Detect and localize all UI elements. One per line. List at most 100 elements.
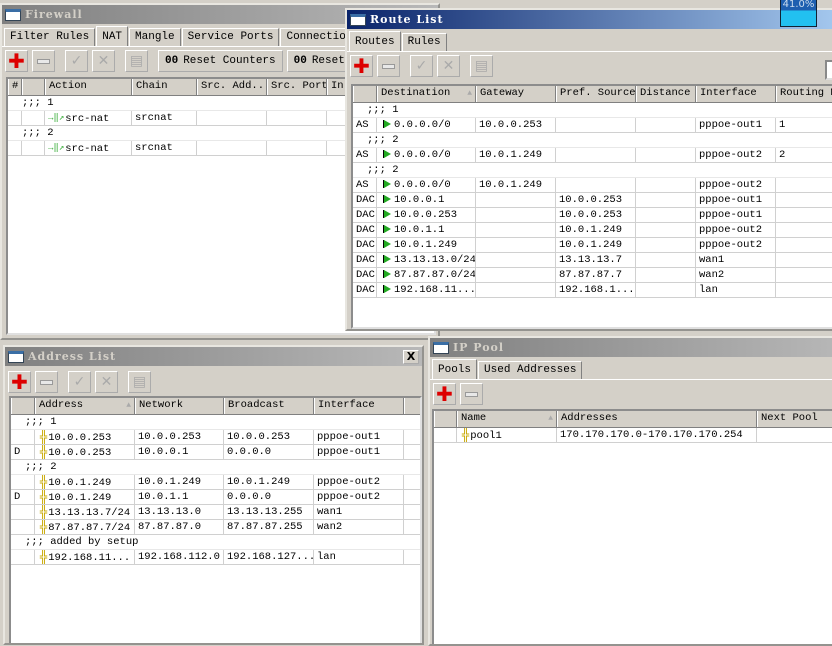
column-header[interactable]: Chain bbox=[132, 79, 197, 95]
column-label: Pref. Source bbox=[560, 87, 636, 99]
comment-row[interactable]: ;;; added by setup bbox=[11, 535, 420, 550]
enable-button[interactable]: ✓ bbox=[65, 50, 88, 72]
ip-pool-tabs: Pools Used Addresses bbox=[430, 357, 832, 380]
table-row[interactable]: ╬87.87.87.7/24 87.87.87.0 87.87.87.255 wan2 bbox=[11, 520, 420, 535]
table-cell: pppoe-out2 bbox=[696, 148, 776, 162]
table-row[interactable]: DAC 13.13.13.0/24 13.13.13.7 wan1 bbox=[353, 253, 832, 268]
table-row[interactable]: ╬10.0.1.249 10.0.1.249 10.0.1.249 pppoe-out… bbox=[11, 475, 420, 490]
tab-used-addresses[interactable]: Used Addresses bbox=[478, 361, 583, 379]
table-row[interactable]: DAC 192.168.11... 192.168.1... lan bbox=[353, 283, 832, 298]
comment-row[interactable]: ;;; 1 bbox=[11, 415, 420, 430]
address-list-title-bar[interactable]: Address List bbox=[5, 347, 422, 366]
cell-value: pppoe-out2 bbox=[317, 491, 381, 503]
column-header[interactable]: Action bbox=[45, 79, 132, 95]
comment-button[interactable]: ▤ bbox=[470, 55, 493, 77]
disable-button[interactable]: ✕ bbox=[95, 371, 118, 393]
tab-nat[interactable]: NAT bbox=[96, 26, 129, 46]
table-row[interactable]: ╬192.168.11... 192.168.112.0 192.168.127..… bbox=[11, 550, 420, 565]
column-header[interactable]: Name ▲ bbox=[457, 411, 557, 427]
tab-rules[interactable]: Rules bbox=[401, 33, 447, 51]
table-cell: pppoe-out2 bbox=[696, 223, 776, 237]
column-header[interactable]: Src. Add... bbox=[197, 79, 267, 95]
column-header[interactable]: Next Pool bbox=[757, 411, 832, 427]
table-row[interactable]: DAC 10.0.1.249 10.0.1.249 pppoe-out2 bbox=[353, 238, 832, 253]
column-header[interactable]: Network bbox=[135, 398, 224, 414]
tab-filter-rules[interactable]: Filter Rules bbox=[4, 28, 96, 46]
column-header[interactable] bbox=[22, 79, 45, 95]
table-row[interactable]: D ╬10.0.0.253 10.0.0.1 0.0.0.0 pppoe-out1 bbox=[11, 445, 420, 460]
column-header[interactable]: Src. Port bbox=[267, 79, 327, 95]
column-header[interactable] bbox=[434, 411, 457, 427]
table-row[interactable]: D ╬10.0.1.249 10.0.1.1 0.0.0.0 pppoe-out2 bbox=[11, 490, 420, 505]
add-button[interactable]: ✚ bbox=[8, 371, 31, 393]
remove-button[interactable] bbox=[35, 371, 58, 393]
tab-service-ports[interactable]: Service Ports bbox=[181, 28, 280, 46]
column-header[interactable] bbox=[404, 398, 420, 414]
column-header[interactable] bbox=[353, 86, 377, 102]
table-cell: 87.87.87.7 bbox=[556, 268, 636, 282]
address-icon: ╬ bbox=[40, 445, 48, 459]
column-header[interactable]: Gateway bbox=[476, 86, 556, 102]
table-row[interactable]: AS 0.0.0.0/0 10.0.0.253 pppoe-out1 1 bbox=[353, 118, 832, 133]
filter-dropdown[interactable] bbox=[825, 60, 832, 80]
cell-value: 10.0.0.253 bbox=[479, 119, 543, 131]
cell-value: 10.0.1.1 bbox=[394, 224, 445, 236]
table-row[interactable]: AS 0.0.0.0/0 10.0.1.249 pppoe-out2 bbox=[353, 178, 832, 193]
column-header[interactable]: Routing M bbox=[776, 86, 832, 102]
cell-value: 192.168.11... bbox=[48, 551, 131, 564]
remove-button[interactable] bbox=[377, 55, 400, 77]
column-header[interactable]: Distance bbox=[636, 86, 696, 102]
reset-counters-button[interactable]: 00 Reset Counters bbox=[158, 50, 283, 72]
table-cell bbox=[404, 475, 420, 489]
column-header[interactable]: Broadcast bbox=[224, 398, 314, 414]
comment-row[interactable]: ;;; 2 bbox=[353, 133, 832, 148]
table-row[interactable]: ╬pool1 170.170.170.0-170.170.170.254 bbox=[434, 428, 832, 443]
address-table: Address ▲ Network Broadcast Interface;;; 1 ╬1… bbox=[9, 396, 422, 643]
remove-button[interactable] bbox=[32, 50, 55, 72]
enable-button[interactable]: ✓ bbox=[68, 371, 91, 393]
add-button[interactable]: ✚ bbox=[433, 383, 456, 405]
comment-row[interactable]: ;;; 2 bbox=[353, 163, 832, 178]
comment-row[interactable]: ;;; 1 bbox=[353, 103, 832, 118]
route-flag-icon bbox=[384, 270, 391, 279]
table-row[interactable]: DAC 10.0.1.1 10.0.1.249 pppoe-out2 bbox=[353, 223, 832, 238]
comment-button[interactable]: ▤ bbox=[128, 371, 151, 393]
disable-button[interactable]: ✕ bbox=[92, 50, 115, 72]
disable-button[interactable]: ✕ bbox=[437, 55, 460, 77]
remove-button[interactable] bbox=[460, 383, 483, 405]
enable-button[interactable]: ✓ bbox=[410, 55, 433, 77]
table-row[interactable]: ╬10.0.0.253 10.0.0.253 10.0.0.253 pppoe-out… bbox=[11, 430, 420, 445]
column-header[interactable]: Interface bbox=[314, 398, 404, 414]
column-header[interactable]: # bbox=[8, 79, 22, 95]
column-header[interactable]: Addresses bbox=[557, 411, 757, 427]
table-cell: ╬10.0.0.253 bbox=[35, 430, 135, 444]
cell-value: D bbox=[14, 446, 21, 458]
cell-value: 13.13.13.7/24 bbox=[48, 506, 131, 519]
column-header[interactable]: Interface bbox=[696, 86, 776, 102]
add-button[interactable]: ✚ bbox=[350, 55, 373, 77]
pool-toolbar: ✚ bbox=[430, 380, 832, 408]
tab-routes[interactable]: Routes bbox=[349, 31, 401, 51]
table-row[interactable]: ╬13.13.13.7/24 13.13.13.0 13.13.13.255 wan1 bbox=[11, 505, 420, 520]
table-row[interactable]: DAC 10.0.0.1 10.0.0.253 pppoe-out1 bbox=[353, 193, 832, 208]
column-header[interactable] bbox=[11, 398, 35, 414]
tab-pools[interactable]: Pools bbox=[432, 359, 478, 379]
comment-button[interactable]: ▤ bbox=[125, 50, 148, 72]
cell-value: DAC bbox=[356, 269, 375, 281]
close-button[interactable]: X bbox=[403, 350, 419, 364]
tab-mangle[interactable]: Mangle bbox=[129, 28, 181, 46]
table-cell: AS bbox=[353, 148, 377, 162]
table-row[interactable]: AS 0.0.0.0/0 10.0.1.249 pppoe-out2 2 bbox=[353, 148, 832, 163]
comment-row[interactable]: ;;; 2 bbox=[11, 460, 420, 475]
column-header[interactable]: Address ▲ bbox=[35, 398, 135, 414]
table-cell bbox=[8, 141, 22, 155]
table-row[interactable]: DAC 10.0.0.253 10.0.0.253 pppoe-out1 bbox=[353, 208, 832, 223]
add-button[interactable]: ✚ bbox=[5, 50, 28, 72]
table-cell: pppoe-out1 bbox=[696, 208, 776, 222]
table-row[interactable]: DAC 87.87.87.0/24 87.87.87.7 wan2 bbox=[353, 268, 832, 283]
window-title: Address List bbox=[28, 350, 117, 363]
route-list-title-bar[interactable]: Route List bbox=[347, 10, 832, 29]
column-header[interactable]: Destination ▲ bbox=[377, 86, 476, 102]
ip-pool-title-bar[interactable]: IP Pool bbox=[430, 338, 832, 357]
column-header[interactable]: Pref. Source bbox=[556, 86, 636, 102]
